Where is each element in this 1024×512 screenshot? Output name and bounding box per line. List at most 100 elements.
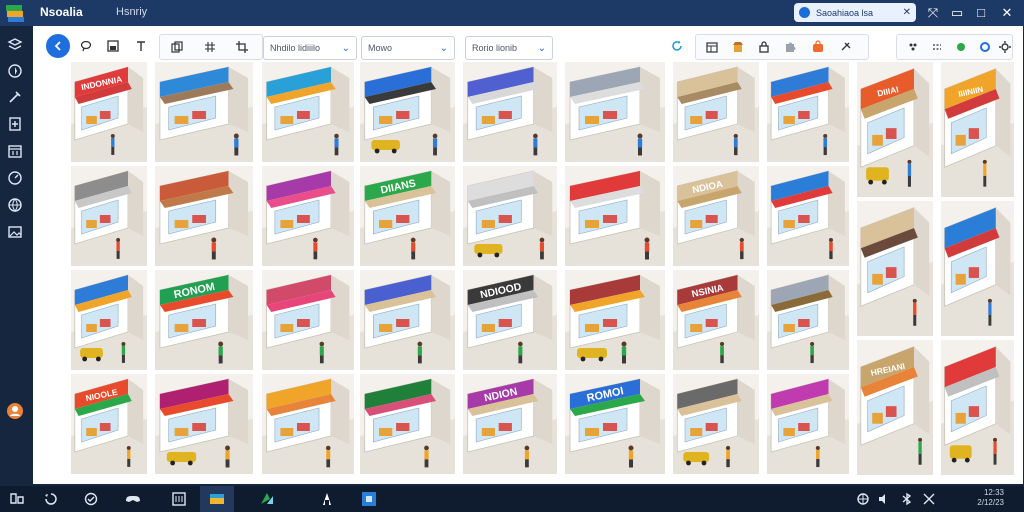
shop-tile[interactable] — [941, 340, 1014, 475]
shop-tile[interactable]: DIIANS — [360, 166, 455, 266]
save-icon[interactable] — [101, 34, 125, 58]
calendar-icon[interactable] — [6, 142, 24, 160]
image-icon[interactable] — [6, 223, 24, 241]
illustration-canvas[interactable]: INDONNIA NIOOLE RONOM DIIANS NDIOOD NDION ROMO… — [71, 62, 1018, 480]
files-icon[interactable] — [170, 490, 188, 508]
select-mode[interactable]: Mowo ⌄ — [361, 36, 455, 60]
layers-icon[interactable] — [6, 36, 24, 54]
bluetooth-icon[interactable] — [898, 490, 916, 508]
app-logo-icon — [6, 5, 24, 22]
shop-tile[interactable] — [262, 62, 354, 162]
refresh-icon[interactable] — [665, 34, 689, 58]
brush-icon[interactable] — [6, 88, 24, 106]
gauge-icon[interactable] — [6, 169, 24, 187]
clock[interactable]: 12:33 2/12/23 — [977, 488, 1004, 508]
select-mode-value: Mowo — [368, 43, 393, 53]
text-icon[interactable] — [129, 34, 153, 58]
shop-tile[interactable]: NDIOOD — [463, 270, 557, 370]
shop-tile[interactable] — [565, 62, 665, 162]
lasso-icon[interactable] — [74, 34, 98, 58]
expand-icon[interactable]: ⤧ — [924, 4, 942, 22]
puzzle-icon[interactable] — [778, 35, 802, 59]
main-panel: Nhdilo lidiiilo ⌄ Mowo ⌄ Rorio lionib ⌄ — [33, 26, 1023, 484]
bag-icon[interactable] — [806, 35, 830, 59]
brand-dot-icon — [799, 7, 810, 18]
folder-icon[interactable] — [208, 490, 226, 508]
shop-tile[interactable]: NSINIA — [673, 270, 759, 370]
compass-icon[interactable] — [6, 62, 24, 80]
sparkle-icon[interactable] — [834, 35, 858, 59]
shop-tile[interactable] — [360, 374, 455, 474]
close-x-icon[interactable]: ✕ — [903, 7, 911, 18]
shop-tile[interactable] — [767, 62, 849, 162]
shop-tile[interactable] — [262, 166, 354, 266]
table-icon[interactable] — [700, 35, 724, 59]
lock-icon[interactable] — [752, 35, 776, 59]
gamepad-icon[interactable] — [124, 490, 142, 508]
shop-tile[interactable]: DIIIAI — [857, 62, 933, 197]
tool-group-assets — [695, 34, 869, 60]
network-icon[interactable] — [854, 490, 872, 508]
shop-tile[interactable] — [155, 62, 253, 162]
shop-tile[interactable] — [767, 374, 849, 474]
shop-tile[interactable] — [71, 166, 147, 266]
shop-tile[interactable] — [767, 270, 849, 370]
dots-grid-icon[interactable] — [925, 35, 949, 59]
palette-icon[interactable] — [901, 35, 925, 59]
shop-icon[interactable] — [726, 35, 750, 59]
shop-tile[interactable]: NDION — [463, 374, 557, 474]
select-layout[interactable]: Rorio lionib ⌄ — [465, 36, 553, 60]
shop-tile[interactable]: RONOM — [155, 270, 253, 370]
clock-time: 12:33 — [983, 488, 1004, 497]
shop-tile[interactable] — [565, 270, 665, 370]
shop-tile[interactable]: HREIANI — [857, 340, 933, 475]
shop-tile[interactable] — [673, 374, 759, 474]
select-style[interactable]: Nhdilo lidiiilo ⌄ — [263, 36, 357, 60]
shop-tile[interactable]: ROMOI — [565, 374, 665, 474]
shop-tile[interactable] — [941, 201, 1014, 336]
shop-tile[interactable] — [463, 62, 557, 162]
shop-tile[interactable] — [767, 166, 849, 266]
shop-tile[interactable] — [360, 270, 455, 370]
store-icon[interactable] — [318, 490, 336, 508]
battery-icon[interactable] — [920, 490, 938, 508]
shop-tile[interactable] — [262, 374, 354, 474]
shop-tile[interactable] — [360, 62, 455, 162]
shop-tile[interactable] — [71, 270, 147, 370]
globe-icon[interactable] — [6, 196, 24, 214]
shop-tile[interactable] — [262, 270, 354, 370]
minimize-icon[interactable]: ▭ — [948, 4, 966, 22]
design-app-icon[interactable] — [258, 490, 276, 508]
clock-date: 2/12/23 — [977, 498, 1004, 507]
leaf-icon[interactable] — [949, 35, 973, 59]
copy-icon[interactable] — [165, 35, 189, 59]
shop-tile[interactable] — [155, 166, 253, 266]
shop-tile[interactable]: NDIOA — [673, 166, 759, 266]
volume-icon[interactable] — [876, 490, 894, 508]
tool-group-edit — [159, 34, 263, 60]
task-view-icon[interactable] — [82, 490, 100, 508]
left-sidebar — [0, 26, 30, 484]
shop-tile[interactable] — [565, 166, 665, 266]
shop-tile[interactable]: IIIINIIN — [941, 62, 1014, 197]
shop-tile[interactable] — [463, 166, 557, 266]
search-icon[interactable] — [42, 490, 60, 508]
crop-icon[interactable] — [230, 35, 254, 59]
start-icon[interactable] — [8, 490, 26, 508]
user-avatar-icon[interactable] — [6, 402, 24, 420]
gear-icon[interactable] — [993, 35, 1017, 59]
close-icon[interactable]: ✕ — [998, 4, 1016, 22]
shop-tile[interactable]: NIOOLE — [71, 374, 147, 474]
add-page-icon[interactable] — [6, 115, 24, 133]
taskbar: 12:33 2/12/23 — [0, 486, 1024, 512]
shop-tile[interactable] — [155, 374, 253, 474]
maximize-icon[interactable]: □ — [972, 4, 990, 22]
grid-icon[interactable] — [198, 35, 222, 59]
back-arrow-icon[interactable] — [46, 34, 70, 58]
shop-tile[interactable]: INDONNIA — [71, 62, 147, 162]
shop-tile[interactable] — [857, 201, 933, 336]
menu-label[interactable]: Hsnriy — [116, 6, 147, 18]
title-search-pill[interactable]: Saoahiaoa lsa ✕ — [794, 3, 916, 22]
shop-tile[interactable] — [673, 62, 759, 162]
blue-app-icon[interactable] — [360, 490, 378, 508]
